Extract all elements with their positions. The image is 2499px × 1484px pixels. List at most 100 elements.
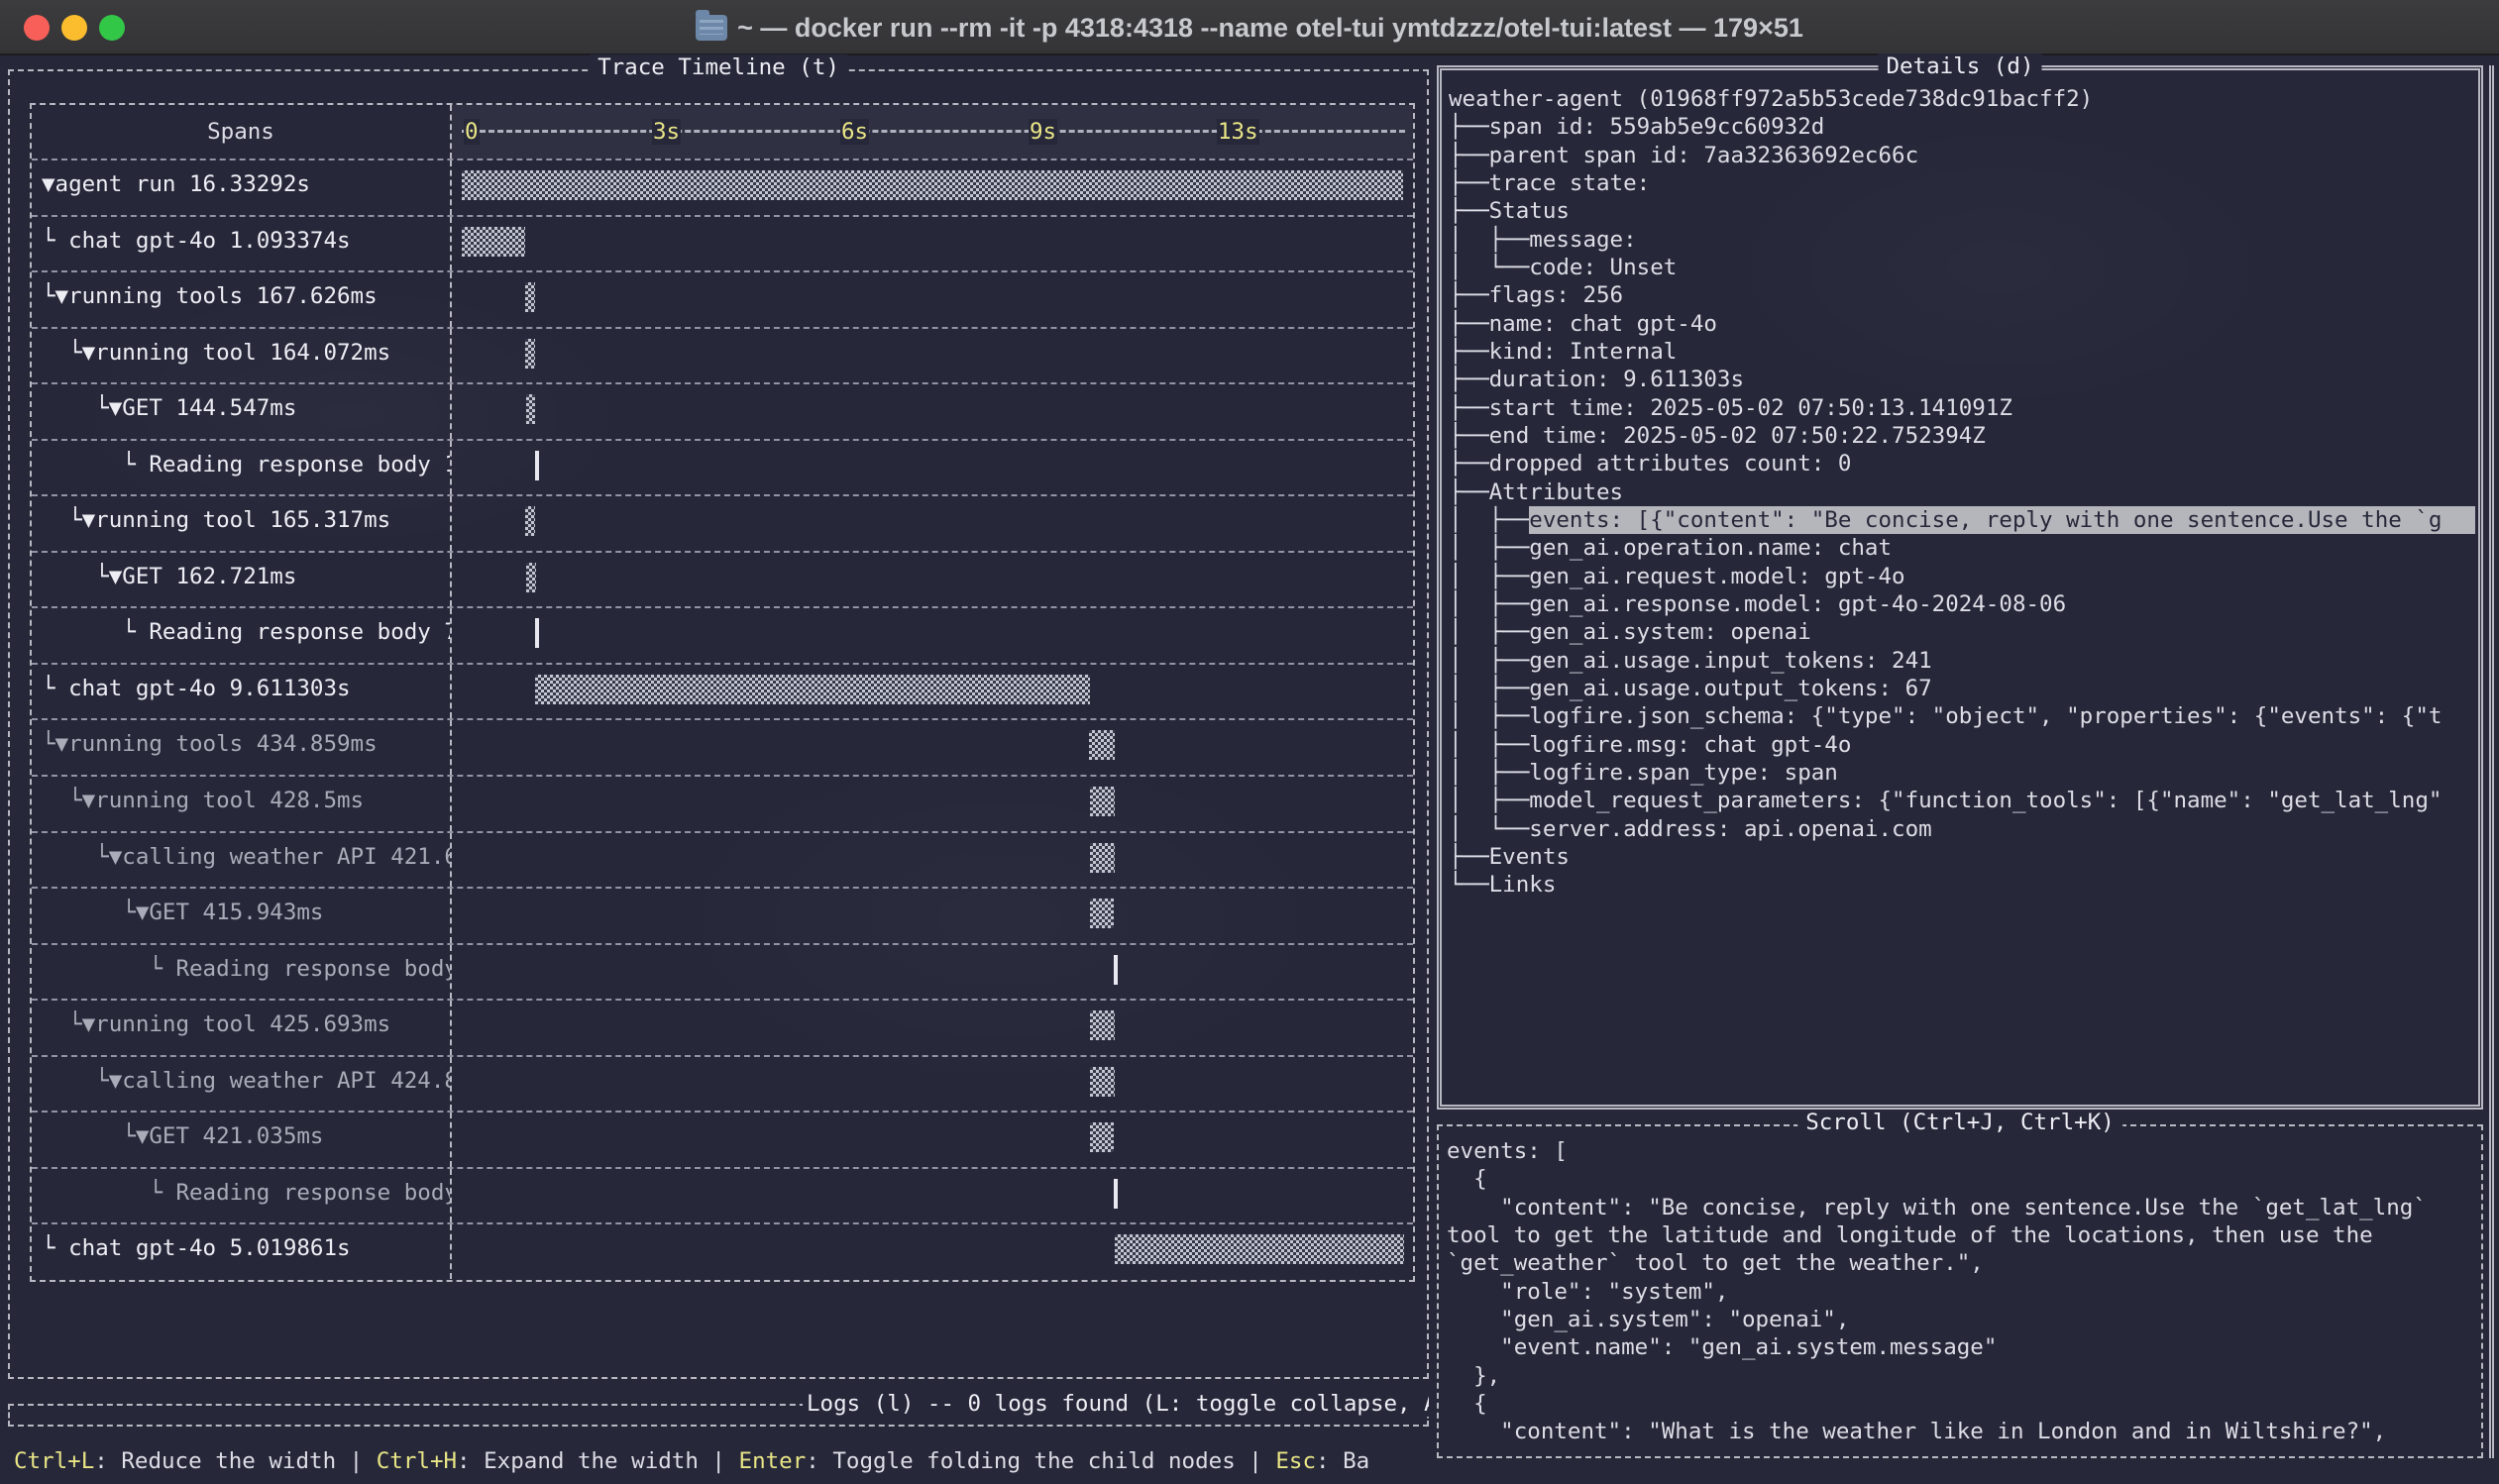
span-duration-bar: [1114, 1179, 1118, 1209]
status-separator: |: [1236, 1448, 1276, 1474]
detail-line[interactable]: ├──Status: [1449, 197, 2475, 225]
scroll-line: "gen_ai.system": "openai",: [1447, 1306, 2477, 1333]
scroll-line: {: [1447, 1165, 2477, 1193]
detail-line[interactable]: │ ├──logfire.msg: chat gpt-4o: [1449, 731, 2475, 759]
status-key-desc: : Toggle folding the child nodes: [806, 1448, 1235, 1474]
detail-line-prefix: │ ├──: [1449, 506, 1529, 534]
scroll-line: "role": "system",: [1447, 1278, 2477, 1306]
detail-line[interactable]: │ ├──logfire.json_schema: {"type": "obje…: [1449, 702, 2475, 730]
span-row[interactable]: └▼GET 421.035ms: [32, 1111, 1413, 1167]
detail-line[interactable]: │ └──server.address: api.openai.com: [1449, 815, 2475, 843]
detail-line[interactable]: ├──dropped attributes count: 0: [1449, 450, 2475, 477]
span-duration-bar: [1090, 843, 1115, 873]
detail-line[interactable]: ├──span id: 559ab5e9cc60932d: [1449, 113, 2475, 141]
span-duration-bar: [462, 227, 525, 257]
axis-tick: 0: [462, 105, 482, 159]
span-row[interactable]: ▼agent run 16.33292s: [32, 159, 1413, 215]
span-label: └ chat gpt-4o 5.019861s: [32, 1224, 452, 1279]
span-duration-bar: [1114, 955, 1118, 985]
status-bar: Ctrl+L: Reduce the width | Ctrl+H: Expan…: [14, 1444, 1433, 1478]
span-row[interactable]: └▼calling weather API 421.61: [32, 831, 1413, 888]
detail-line[interactable]: │ ├──gen_ai.request.model: gpt-4o: [1449, 563, 2475, 590]
span-row[interactable]: └▼calling weather API 424.86: [32, 1055, 1413, 1112]
span-bar-cell: [452, 553, 1413, 607]
detail-line[interactable]: │ ├──gen_ai.usage.input_tokens: 241: [1449, 647, 2475, 675]
span-row[interactable]: └▼running tool 425.693ms: [32, 999, 1413, 1055]
detail-line[interactable]: ├──Events: [1449, 843, 2475, 871]
span-row[interactable]: └▼GET 162.721ms: [32, 551, 1413, 607]
span-duration-bar: [535, 618, 539, 648]
span-bar-cell: [452, 160, 1413, 215]
detail-line[interactable]: │ ├──gen_ai.usage.output_tokens: 67: [1449, 675, 2475, 702]
detail-line[interactable]: weather-agent (01968ff972a5b53cede738dc9…: [1449, 85, 2475, 113]
span-row[interactable]: └▼running tool 165.317ms: [32, 494, 1413, 551]
trace-timeline-title: Trace Timeline (t): [590, 54, 847, 80]
detail-line[interactable]: │ └──code: Unset: [1449, 254, 2475, 281]
span-row[interactable]: └ Reading response body 1.0: [32, 439, 1413, 495]
span-row[interactable]: └ Reading response body 1.: [32, 1167, 1413, 1223]
span-label: └▼running tools 434.859ms: [32, 720, 452, 775]
detail-line[interactable]: └──Links: [1449, 871, 2475, 899]
status-key-desc: : Ba: [1316, 1448, 1369, 1474]
span-bar-cell: [452, 833, 1413, 888]
detail-line[interactable]: ├──duration: 9.611303s: [1449, 366, 2475, 393]
span-label: └▼GET 421.035ms: [32, 1113, 452, 1167]
span-bar-cell: [452, 272, 1413, 327]
span-bar-cell: [452, 441, 1413, 495]
span-label: └ Reading response body 2.: [32, 945, 452, 1000]
span-label: └▼calling weather API 421.61: [32, 833, 452, 888]
span-row[interactable]: └▼running tools 167.626ms: [32, 270, 1413, 327]
span-duration-bar: [525, 506, 535, 536]
span-bar-cell: [452, 1001, 1413, 1055]
span-row[interactable]: └ Reading response body 727: [32, 606, 1413, 663]
span-row[interactable]: └▼running tool 164.072ms: [32, 327, 1413, 383]
detail-line[interactable]: ├──start time: 2025-05-02 07:50:13.14109…: [1449, 394, 2475, 422]
details-tree: weather-agent (01968ff972a5b53cede738dc9…: [1449, 85, 2475, 1096]
selected-attribute[interactable]: events: [{"content": "Be concise, reply …: [1529, 506, 2475, 534]
span-row[interactable]: └▼GET 415.943ms: [32, 887, 1413, 943]
span-label: └ Reading response body 727: [32, 608, 452, 663]
span-row[interactable]: └▼running tools 434.859ms: [32, 718, 1413, 775]
status-separator: |: [336, 1448, 377, 1474]
span-bar-cell: [452, 1113, 1413, 1167]
scroll-line: "content": "What is the weather like in …: [1447, 1418, 2477, 1445]
scroll-line: "event.name": "gen_ai.system.message": [1447, 1333, 2477, 1361]
span-bar-cell: [452, 496, 1413, 551]
detail-line[interactable]: ├──name: chat gpt-4o: [1449, 310, 2475, 338]
span-duration-bar: [1089, 730, 1115, 760]
span-label: └▼running tool 425.693ms: [32, 1001, 452, 1055]
span-label: └ chat gpt-4o 9.611303s: [32, 665, 452, 719]
detail-line[interactable]: │ ├──gen_ai.operation.name: chat: [1449, 534, 2475, 562]
status-key-desc: : Expand the width: [457, 1448, 699, 1474]
status-separator: |: [699, 1448, 739, 1474]
detail-line[interactable]: │ ├──gen_ai.response.model: gpt-4o-2024-…: [1449, 590, 2475, 618]
logs-panel[interactable]: Logs (l) -- 0 logs found (L: toggle coll…: [8, 1404, 1429, 1427]
span-row[interactable]: └ chat gpt-4o 1.093374s: [32, 215, 1413, 271]
detail-line[interactable]: │ ├──message:: [1449, 226, 2475, 254]
detail-line[interactable]: │ ├──model_request_parameters: {"functio…: [1449, 787, 2475, 814]
window-title-area: ~ — docker run --rm -it -p 4318:4318 --n…: [0, 0, 2499, 55]
detail-line[interactable]: ├──flags: 256: [1449, 281, 2475, 309]
detail-line[interactable]: ├──Attributes: [1449, 478, 2475, 506]
span-row[interactable]: └ chat gpt-4o 9.611303s: [32, 663, 1413, 719]
detail-line[interactable]: ├──end time: 2025-05-02 07:50:22.752394Z: [1449, 422, 2475, 450]
span-label: ▼agent run 16.33292s: [32, 160, 452, 215]
span-duration-bar: [462, 170, 1403, 200]
timeline-axis: 03s6s9s13s: [452, 105, 1413, 159]
terminal-window: ~ — docker run --rm -it -p 4318:4318 --n…: [0, 0, 2499, 1484]
timeline-axis-line: [462, 130, 1405, 133]
detail-line[interactable]: ├──trace state:: [1449, 169, 2475, 197]
span-row[interactable]: └▼GET 144.547ms: [32, 382, 1413, 439]
detail-line[interactable]: ├──kind: Internal: [1449, 338, 2475, 366]
detail-line[interactable]: ├──parent span id: 7aa32363692ec66c: [1449, 142, 2475, 169]
detail-line[interactable]: │ ├──gen_ai.system: openai: [1449, 618, 2475, 646]
logs-panel-title: Logs (l) -- 0 logs found (L: toggle coll…: [803, 1391, 1429, 1417]
detail-line[interactable]: │ ├──events: [{"content": "Be concise, r…: [1449, 506, 2475, 534]
spans-table: Spans 03s6s9s13s ▼agent run 16.33292s└ c…: [30, 103, 1415, 1282]
spans-table-header: Spans 03s6s9s13s: [32, 105, 1413, 159]
scroll-line: },: [1447, 1362, 2477, 1390]
span-row[interactable]: └▼running tool 428.5ms: [32, 775, 1413, 831]
span-row[interactable]: └ Reading response body 2.: [32, 943, 1413, 1000]
span-row[interactable]: └ chat gpt-4o 5.019861s: [32, 1222, 1413, 1279]
detail-line[interactable]: │ ├──logfire.span_type: span: [1449, 759, 2475, 787]
